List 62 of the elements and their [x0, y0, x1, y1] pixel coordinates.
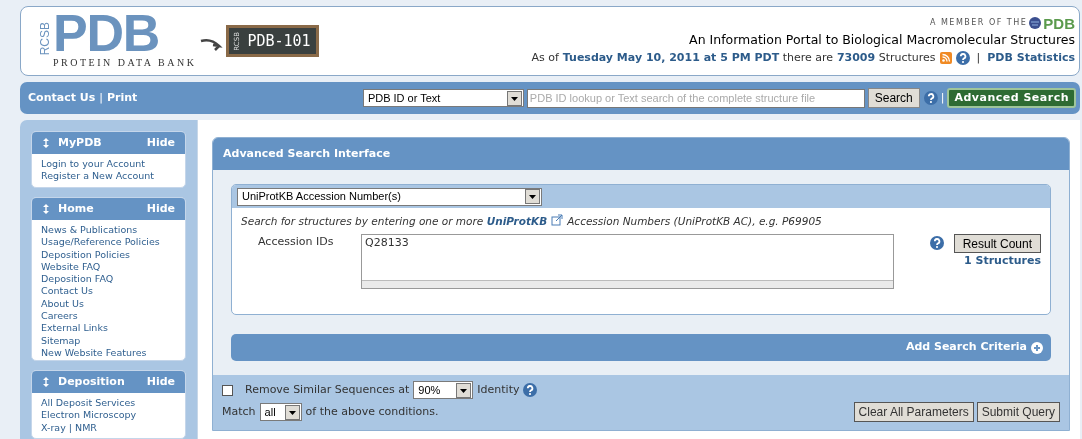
separator-text: |: [976, 49, 981, 66]
external-link-icon: [551, 214, 564, 226]
sidebar-link[interactable]: New Website Features: [41, 346, 176, 360]
match-label: Match: [222, 403, 256, 420]
identity-label: Identity: [477, 381, 520, 398]
sidebar-link[interactable]: Usage/Reference Policies: [41, 236, 176, 249]
sidebar-link[interactable]: Register a New Account: [41, 170, 176, 183]
statistics-link[interactable]: PDB Statistics: [987, 49, 1075, 67]
search-field[interactable]: PDB ID lookup or Text search of the complete structure file: [526, 88, 865, 108]
uniprotkb-link[interactable]: UniProtKB: [486, 215, 548, 227]
help-icon: [523, 383, 538, 397]
sidebar-link[interactable]: X-ray | NMR: [41, 421, 176, 435]
help-icon: [923, 91, 938, 105]
rss-icon: [939, 51, 952, 64]
match-suffix-label: of the above conditions.: [305, 403, 439, 420]
accession-ids-field[interactable]: Q28133: [361, 233, 894, 289]
sidebar-link[interactable]: News & Publications: [41, 223, 176, 237]
up-down-arrow-icon: [42, 377, 50, 388]
sidebar-link[interactable]: Website FAQ: [41, 260, 176, 274]
identity-dropdown[interactable]: 90%: [413, 381, 474, 399]
section-title: Home: [58, 200, 94, 217]
sidebar-link[interactable]: About Us: [41, 297, 176, 310]
sidebar-link[interactable]: Login to your Account: [41, 158, 176, 171]
rcsb-logo-text: RCSB: [39, 22, 51, 56]
plus-icon: [1031, 341, 1043, 354]
checkbox-label: Remove Similar Sequences at: [245, 381, 410, 398]
arrow-icon: [199, 36, 224, 52]
help-icon: [955, 50, 970, 65]
up-down-arrow-icon: [42, 138, 50, 148]
sidebar-link[interactable]: All Deposit Services: [41, 397, 176, 410]
search-button[interactable]: Search: [867, 88, 920, 108]
advanced-search-button[interactable]: Advanced Search: [947, 88, 1076, 108]
result-count-button[interactable]: Result Count: [953, 233, 1041, 253]
up-down-arrow-icon: [42, 203, 50, 214]
sidebar-link[interactable]: Sitemap: [41, 334, 176, 347]
panel-title: Advanced Search Interface: [213, 138, 1069, 170]
logo-subtitle: PROTEIN DATA BANK: [53, 55, 197, 70]
footer-button[interactable]: Submit Query: [976, 402, 1060, 422]
globe-icon: [1029, 17, 1042, 30]
help-icon: [929, 236, 944, 251]
match-dropdown[interactable]: all: [259, 403, 302, 421]
pdb-logo-text: PDB: [53, 12, 159, 53]
footer-button[interactable]: Clear All Parameters: [853, 402, 974, 422]
criteria-type-dropdown[interactable]: UniProtKB Accession Number(s): [237, 187, 542, 206]
member-logo: A MEMBER OF THE PDB: [929, 15, 1075, 31]
status-text: As of Tuesday May 10, 2011 at 5 PM PDT there are 73009 Structures: [531, 49, 936, 66]
sidebar-link[interactable]: Electron Microscopy: [41, 409, 176, 422]
sidebar-link[interactable]: Contact Us: [41, 285, 176, 298]
field-label: Accession IDs: [258, 233, 335, 250]
section-title: Deposition: [58, 373, 125, 390]
portal-tagline: An Information Portal to Biological Macromolecular Structures: [689, 30, 1075, 49]
sidebar-link[interactable]: Deposition Policies: [41, 248, 176, 261]
sidebar-link[interactable]: Careers: [41, 310, 176, 323]
sidebar-link[interactable]: Deposition FAQ: [41, 273, 176, 286]
checkbox[interactable]: [222, 384, 233, 396]
result-count-link[interactable]: 1 Structures: [964, 252, 1041, 270]
separator-text: |: [940, 89, 945, 106]
search-type-dropdown[interactable]: PDB ID or Text: [362, 89, 524, 107]
sidebar-link[interactable]: External Links: [41, 322, 176, 335]
section-title: MyPDB: [58, 134, 102, 151]
criteria-description: Search for structures by entering one or more UniProtKB Accession Numbers (UniProtKB AC), e.g. P69905: [240, 213, 823, 229]
separator-text: |: [99, 89, 103, 106]
